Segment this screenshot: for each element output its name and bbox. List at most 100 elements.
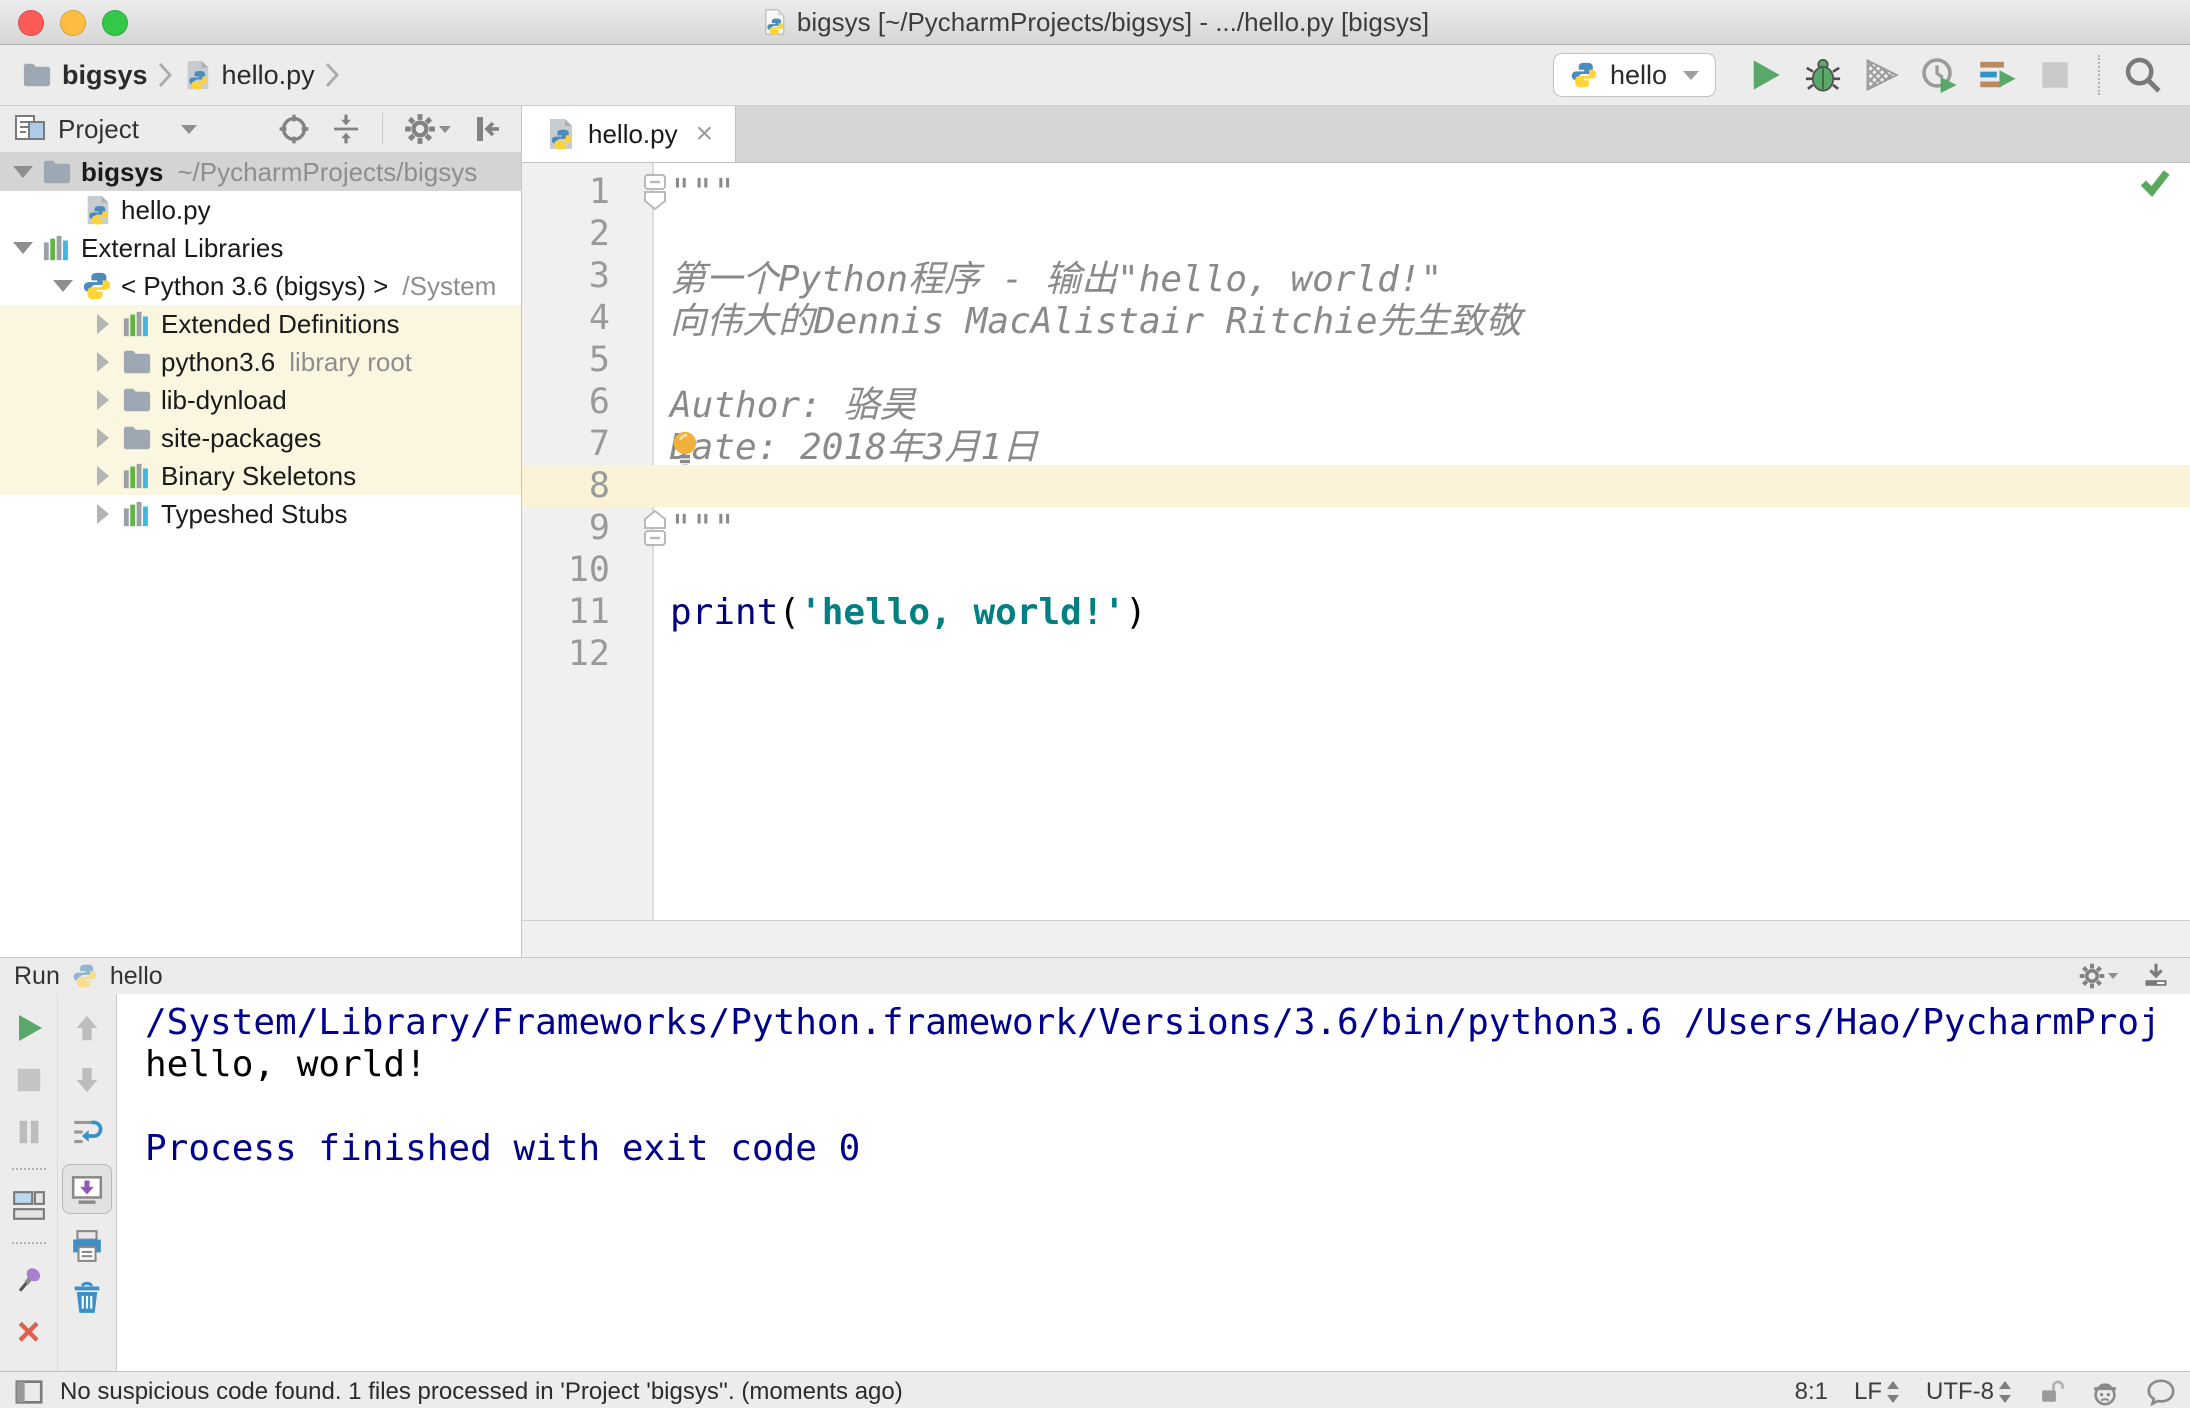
tree-collapse-arrow-icon[interactable]: [90, 428, 116, 448]
concurrency-diagram-button[interactable]: [1972, 50, 2022, 100]
line-number[interactable]: 6: [522, 382, 610, 422]
tree-expand-arrow-icon[interactable]: [10, 166, 36, 178]
fold-marker-icon[interactable]: [642, 173, 668, 211]
line-number[interactable]: 2: [522, 214, 610, 254]
event-log-icon[interactable]: [2146, 1377, 2176, 1407]
editor-line-3[interactable]: 3 第一个Python程序 - 输出"hello, world!": [522, 255, 2190, 300]
editor-tab-hello-py[interactable]: hello.py ×: [522, 106, 737, 162]
line-number[interactable]: 10: [522, 550, 610, 590]
locate-file-button[interactable]: [274, 109, 314, 149]
project-settings-button[interactable]: [399, 109, 455, 149]
stop-process-button[interactable]: [9, 1060, 49, 1100]
caret-position[interactable]: 8:1: [1795, 1378, 1828, 1406]
editor-line-12[interactable]: 12: [522, 633, 2190, 675]
tree-item-typeshed-stubs[interactable]: Typeshed Stubs: [0, 495, 521, 533]
editor-line-11[interactable]: 11 print('hello, world!'): [522, 591, 2190, 633]
tree-expand-arrow-icon[interactable]: [50, 280, 76, 292]
line-number[interactable]: 4: [522, 298, 610, 338]
updown-icon: [1887, 1381, 1899, 1403]
breadcrumb-file[interactable]: hello.py: [182, 60, 315, 91]
tree-item-hello-py[interactable]: hello.py: [0, 191, 521, 229]
rerun-button[interactable]: [9, 1008, 49, 1048]
scroll-to-end-button[interactable]: [62, 1164, 112, 1214]
dock-run-panel-button[interactable]: [2136, 960, 2176, 992]
editor-line-6[interactable]: 6 Author: 骆昊: [522, 381, 2190, 426]
tree-collapse-arrow-icon[interactable]: [90, 466, 116, 486]
profiler-button[interactable]: [1914, 50, 1964, 100]
toolbar-separator: [11, 1242, 46, 1244]
run-with-coverage-button[interactable]: [1856, 50, 1906, 100]
line-number[interactable]: 11: [522, 592, 610, 632]
minimize-window-button[interactable]: [60, 10, 86, 36]
tree-item-external-libraries[interactable]: External Libraries: [0, 229, 521, 267]
tree-item-bigsys[interactable]: bigsys ~/PycharmProjects/bigsys: [0, 153, 521, 191]
chevron-down-icon[interactable]: [180, 124, 197, 134]
chevron-right-icon: [325, 63, 339, 87]
tree-collapse-arrow-icon[interactable]: [90, 390, 116, 410]
debug-button[interactable]: [1798, 50, 1848, 100]
line-number[interactable]: 8: [522, 466, 610, 506]
project-panel-title[interactable]: Project: [58, 114, 139, 145]
pause-output-button[interactable]: [9, 1112, 49, 1152]
run-console[interactable]: /System/Library/Frameworks/Python.framew…: [117, 994, 2190, 1371]
tree-expand-arrow-icon[interactable]: [10, 242, 36, 254]
stop-button[interactable]: [2030, 50, 2080, 100]
tree-collapse-arrow-icon[interactable]: [90, 314, 116, 334]
tree-item-lib-dynload[interactable]: lib-dynload: [0, 381, 521, 419]
line-number[interactable]: 3: [522, 256, 610, 296]
restore-layout-button[interactable]: [9, 1186, 49, 1226]
editor-body[interactable]: 1 """ 2 3 第一个Python程序 - 输出"hello, world!" 4 向伟…: [522, 163, 2190, 920]
toolbar-separator: [2098, 55, 2100, 95]
python-icon: [1570, 61, 1598, 89]
soft-wrap-button[interactable]: [67, 1112, 107, 1152]
tree-item-site-packages[interactable]: site-packages: [0, 419, 521, 457]
tree-collapse-arrow-icon[interactable]: [90, 504, 116, 524]
readonly-lock-icon[interactable]: [2038, 1379, 2064, 1405]
highlighting-level-icon[interactable]: [2090, 1377, 2120, 1407]
status-message[interactable]: No suspicious code found. 1 files proces…: [60, 1378, 903, 1406]
print-button[interactable]: [67, 1226, 107, 1266]
tree-item-python3-6[interactable]: python3.6 library root: [0, 343, 521, 381]
line-number[interactable]: 12: [522, 634, 610, 674]
search-everywhere-button[interactable]: [2118, 50, 2168, 100]
editor-line-2[interactable]: 2: [522, 213, 2190, 255]
editor-line-5[interactable]: 5: [522, 339, 2190, 381]
collapse-all-button[interactable]: [326, 109, 366, 149]
line-separator-select[interactable]: LF: [1854, 1378, 1900, 1406]
line-number[interactable]: 9: [522, 508, 610, 548]
zoom-window-button[interactable]: [102, 10, 128, 36]
breadcrumb-project[interactable]: bigsys: [22, 60, 148, 91]
toolbar-separator: [11, 1168, 46, 1170]
editor-line-10[interactable]: 10: [522, 549, 2190, 591]
down-stack-trace-button[interactable]: [67, 1060, 107, 1100]
editor-line-9[interactable]: 9 """: [522, 507, 2190, 549]
pin-tab-button[interactable]: [9, 1260, 49, 1300]
editor-line-8[interactable]: 8: [522, 465, 2190, 507]
close-window-button[interactable]: [18, 10, 44, 36]
run-panel-title[interactable]: Run: [14, 962, 60, 991]
tree-item-extended-definitions[interactable]: Extended Definitions: [0, 305, 521, 343]
run-settings-button[interactable]: [2072, 960, 2124, 992]
editor-line-1[interactable]: 1 """: [522, 171, 2190, 213]
intention-bulb-icon[interactable]: [668, 429, 702, 469]
tree-item-python-3-6-bigsys[interactable]: < Python 3.6 (bigsys) > /System: [0, 267, 521, 305]
encoding-select[interactable]: UTF-8: [1926, 1378, 2012, 1406]
close-tab-icon[interactable]: ×: [696, 119, 714, 149]
line-number[interactable]: 7: [522, 424, 610, 464]
hide-project-panel-button[interactable]: [467, 109, 507, 149]
editor-line-7[interactable]: 7 Date: 2018年3月1日: [522, 423, 2190, 468]
tree-collapse-arrow-icon[interactable]: [90, 352, 116, 372]
editor-horizontal-scrollbar[interactable]: [522, 920, 2190, 957]
fold-marker-icon[interactable]: [642, 509, 668, 547]
clear-console-button[interactable]: [67, 1278, 107, 1318]
line-number[interactable]: 1: [522, 172, 610, 212]
up-stack-trace-button[interactable]: [67, 1008, 107, 1048]
tree-item-binary-skeletons[interactable]: Binary Skeletons: [0, 457, 521, 495]
line-number[interactable]: 5: [522, 340, 610, 380]
toggle-toolwindows-button[interactable]: [14, 1377, 44, 1407]
run-button[interactable]: [1740, 50, 1790, 100]
editor-line-4[interactable]: 4 向伟大的Dennis MacAlistair Ritchie先生致敬: [522, 297, 2190, 342]
close-run-panel-button[interactable]: ×: [9, 1312, 49, 1352]
run-configuration-select[interactable]: hello: [1552, 53, 1716, 97]
title-bar: bigsys [~/PycharmProjects/bigsys] - .../…: [0, 0, 2190, 45]
